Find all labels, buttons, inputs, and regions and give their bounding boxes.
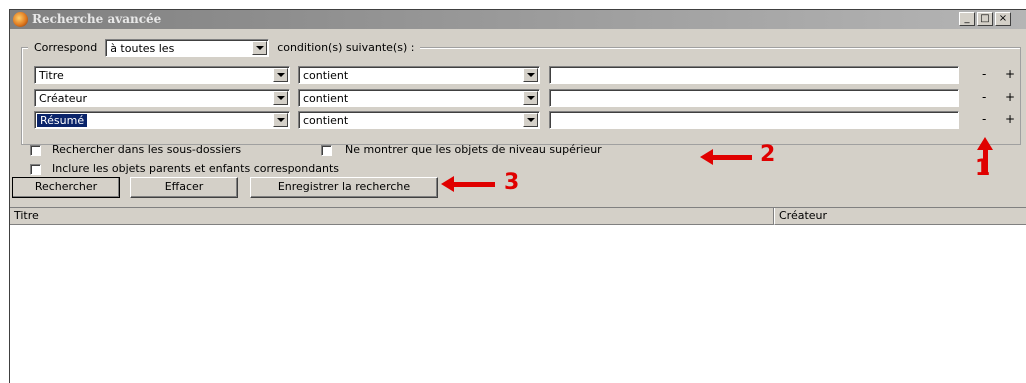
condition-field-select[interactable]: Titre: [34, 66, 290, 84]
condition-field-select[interactable]: Résumé: [34, 111, 290, 129]
save-search-button[interactable]: Enregistrer la recherche: [250, 177, 438, 198]
window-title: Recherche avancée: [32, 12, 162, 26]
minimize-button[interactable]: _: [959, 12, 975, 26]
close-button[interactable]: ×: [995, 12, 1011, 26]
remove-condition-button[interactable]: -: [982, 90, 986, 104]
remove-condition-button[interactable]: -: [982, 112, 986, 126]
condition-field-value: Résumé: [37, 114, 88, 127]
chevron-down-icon[interactable]: [252, 40, 268, 55]
condition-operator-value: contient: [303, 92, 349, 105]
chevron-down-icon[interactable]: [273, 113, 288, 127]
add-condition-button[interactable]: +: [1005, 112, 1015, 126]
title-bar[interactable]: Recherche avancée _ □ ×: [10, 10, 1026, 29]
chevron-down-icon[interactable]: [273, 68, 288, 82]
match-mode-value: à toutes les: [110, 41, 175, 55]
match-label: Correspond: [34, 41, 98, 54]
annotation-number-3: 3: [504, 170, 520, 195]
add-condition-button[interactable]: +: [1005, 90, 1015, 104]
results-list[interactable]: Titre Créateur: [10, 207, 1026, 383]
top-level-label: Ne montrer que les objets de niveau supé…: [345, 143, 602, 156]
condition-field-select[interactable]: Créateur: [34, 89, 290, 107]
condition-field-value: Titre: [39, 69, 64, 82]
column-header-title[interactable]: Titre: [10, 208, 774, 225]
search-button[interactable]: Rechercher: [12, 177, 120, 198]
firefox-icon: [13, 12, 28, 27]
remove-condition-button[interactable]: -: [982, 67, 986, 81]
add-condition-button[interactable]: +: [1005, 67, 1015, 81]
condition-value-input[interactable]: [549, 111, 959, 129]
condition-operator-value: contient: [303, 114, 349, 127]
match-suffix-label: condition(s) suivante(s) :: [277, 41, 415, 54]
condition-operator-select[interactable]: contient: [298, 89, 540, 107]
parents-children-checkbox[interactable]: [30, 164, 41, 175]
match-row: Correspond à toutes les condition(s) sui…: [28, 38, 421, 57]
advanced-search-window: Recherche avancée _ □ × Correspond à tou…: [9, 9, 1026, 383]
subfolders-checkbox[interactable]: [30, 145, 41, 156]
condition-operator-select[interactable]: contient: [298, 111, 540, 129]
match-mode-select[interactable]: à toutes les: [105, 38, 270, 57]
annotation-number-2: 2: [760, 142, 776, 167]
subfolders-label: Rechercher dans les sous-dossiers: [52, 143, 242, 156]
annotation-arrow-left-icon: [700, 149, 752, 165]
condition-field-value: Créateur: [39, 92, 88, 105]
maximize-button[interactable]: □: [977, 12, 993, 26]
top-level-checkbox[interactable]: [321, 145, 332, 156]
condition-operator-select[interactable]: contient: [298, 66, 540, 84]
condition-value-input[interactable]: [549, 66, 959, 84]
chevron-down-icon[interactable]: [273, 91, 288, 105]
parents-children-label: Inclure les objets parents et enfants co…: [52, 162, 339, 175]
chevron-down-icon[interactable]: [523, 91, 538, 105]
chevron-down-icon[interactable]: [523, 68, 538, 82]
annotation-arrow-left-icon: [441, 176, 495, 192]
chevron-down-icon[interactable]: [523, 113, 538, 127]
clear-button[interactable]: Effacer: [130, 177, 238, 198]
annotation-number-1: 1: [975, 156, 991, 181]
condition-value-input[interactable]: [549, 89, 959, 107]
condition-operator-value: contient: [303, 69, 349, 82]
column-header-creator[interactable]: Créateur: [774, 208, 1026, 225]
